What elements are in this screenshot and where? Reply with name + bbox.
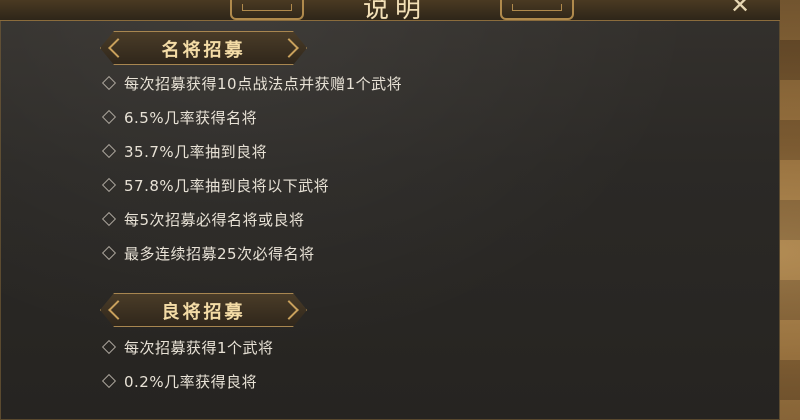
rule-text: 每5次招募必得名将或良将: [124, 210, 305, 229]
rule-item: 0.2%几率获得良将: [100, 369, 257, 393]
diamond-bullet-icon: [101, 245, 117, 261]
info-dialog: 说明 ✕ 名将招募 每次招募获得10点战法点并获赠1个武将 6.5%几率获得名将…: [0, 0, 780, 420]
header-ornament-left: [230, 0, 304, 20]
diamond-bullet-icon: [101, 109, 117, 125]
section-title: 良将招募: [161, 302, 246, 323]
section-banner-famous-generals: 名将招募: [100, 31, 307, 65]
rule-text: 每次招募获得1个武将: [124, 338, 274, 357]
rule-item: 35.7%几率抽到良将: [100, 139, 267, 163]
rule-text: 每次招募获得10点战法点并获赠1个武将: [124, 74, 403, 93]
diamond-bullet-icon: [101, 75, 117, 91]
dialog-title: 说明: [362, 0, 427, 24]
diamond-bullet-icon: [101, 373, 117, 389]
diamond-bullet-icon: [101, 339, 117, 355]
section-banner-good-generals: 良将招募: [100, 293, 307, 327]
rule-text: 最多连续招募25次必得名将: [124, 244, 315, 263]
rule-item: 57.8%几率抽到良将以下武将: [100, 173, 329, 197]
close-button[interactable]: ✕: [726, 0, 754, 17]
rule-item: 最多连续招募25次必得名将: [100, 241, 315, 265]
diamond-bullet-icon: [101, 143, 117, 159]
rule-text: 57.8%几率抽到良将以下武将: [124, 176, 330, 195]
rule-item: 6.5%几率获得名将: [100, 105, 257, 129]
diamond-bullet-icon: [101, 211, 117, 227]
section-title: 名将招募: [161, 40, 246, 61]
rule-item: 每5次招募必得名将或良将: [100, 207, 305, 231]
header-ornament-right: [500, 0, 574, 20]
diamond-bullet-icon: [101, 177, 117, 193]
rule-item: 每次招募获得1个武将: [100, 335, 274, 359]
rule-text: 6.5%几率获得名将: [124, 108, 258, 127]
rule-item: 每次招募获得10点战法点并获赠1个武将: [100, 71, 402, 95]
rule-text: 0.2%几率获得良将: [124, 372, 258, 391]
rule-text: 35.7%几率抽到良将: [124, 142, 268, 161]
